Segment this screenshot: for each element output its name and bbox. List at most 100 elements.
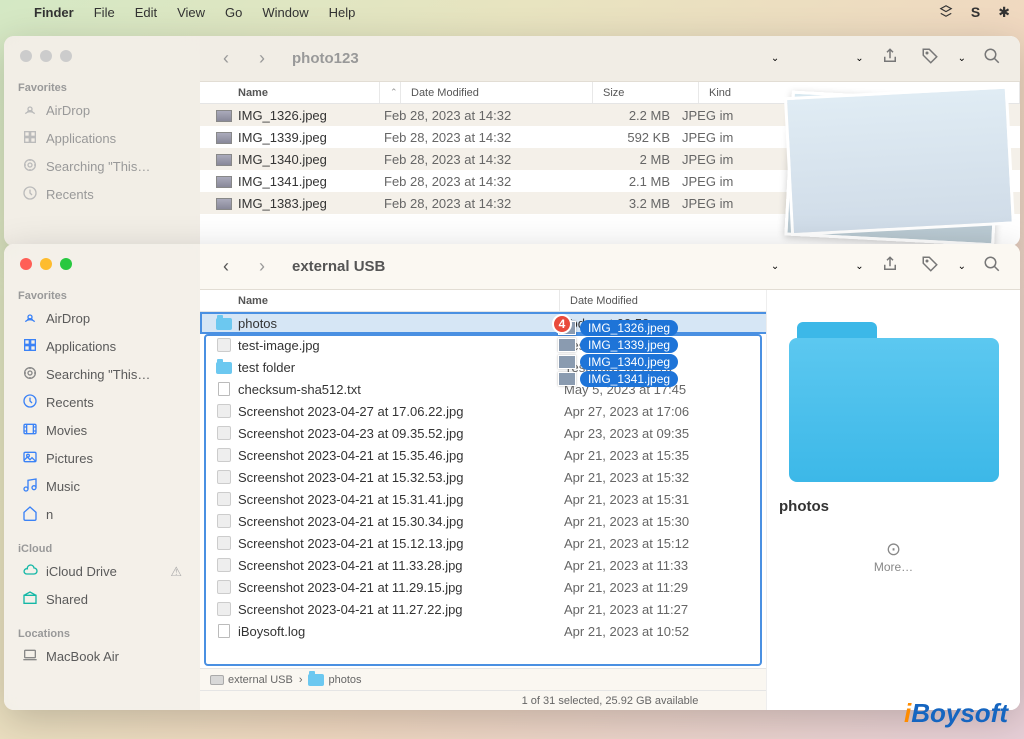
app-name[interactable]: Finder: [34, 5, 74, 20]
column-date[interactable]: Date Modified: [401, 82, 593, 103]
column-size[interactable]: Size: [593, 82, 699, 103]
sidebar-item-shared[interactable]: Shared: [10, 586, 194, 613]
back-button[interactable]: ‹: [214, 48, 238, 69]
image-icon: [217, 338, 231, 352]
ellipsis-icon: ⊙: [874, 539, 913, 560]
sidebar-item-search[interactable]: Searching "This…: [10, 153, 194, 180]
path-crumb-folder[interactable]: photos: [308, 674, 361, 686]
column-name[interactable]: Name: [200, 290, 560, 311]
sidebar-item-label: iCloud Drive: [46, 564, 117, 579]
sidebar-item-label: Recents: [46, 395, 94, 410]
sidebar-item-airdrop[interactable]: AirDrop: [10, 305, 194, 332]
finder-window-photo123[interactable]: Favorites AirDrop Applications Searching "…: [4, 36, 1020, 246]
search-icon: [22, 365, 38, 384]
file-size: 3.2 MB: [576, 196, 682, 211]
sidebar-item-search[interactable]: Searching "This…: [10, 361, 194, 388]
sort-indicator-icon[interactable]: ⌃: [380, 82, 401, 103]
minimize-button[interactable]: [40, 258, 52, 270]
document-icon: [218, 382, 230, 396]
back-button[interactable]: ‹: [214, 256, 238, 277]
finder-window-external-usb[interactable]: Favorites AirDropApplications Searching "…: [4, 244, 1020, 710]
file-size: 592 KB: [576, 130, 682, 145]
menu-edit[interactable]: Edit: [135, 5, 157, 20]
close-button[interactable]: [20, 258, 32, 270]
sidebar-item-laptop[interactable]: MacBook Air: [10, 643, 194, 670]
drag-item: IMG_1326.jpeg: [558, 320, 678, 336]
file-name: Screenshot 2023-04-21 at 15.31.41.jpg: [234, 492, 564, 507]
menu-go[interactable]: Go: [225, 5, 242, 20]
image-icon: [217, 426, 231, 440]
status-bluetooth-icon[interactable]: ✱: [998, 4, 1010, 21]
menu-view[interactable]: View: [177, 5, 205, 20]
sidebar-item-music[interactable]: Music: [10, 473, 194, 500]
drag-overlay: 4 IMG_1326.jpegIMG_1339.jpegIMG_1340.jpe…: [558, 320, 678, 388]
file-name: IMG_1383.jpeg: [234, 196, 384, 211]
column-name[interactable]: Name: [200, 82, 380, 103]
zoom-button[interactable]: [60, 50, 72, 62]
sidebar-item-label: Recents: [46, 187, 94, 202]
drag-count-badge: 4: [552, 314, 572, 334]
tags-button[interactable]: [916, 255, 944, 278]
forward-button[interactable]: ›: [250, 256, 274, 277]
sidebar: Favorites AirDrop Applications Searching "…: [4, 36, 200, 246]
group-by-button[interactable]: ⌄: [853, 261, 863, 272]
sidebar-item-recents[interactable]: Recents: [10, 181, 194, 208]
menu-file[interactable]: File: [94, 5, 115, 20]
forward-button[interactable]: ›: [250, 48, 274, 69]
music-icon: [22, 477, 38, 496]
menu-window[interactable]: Window: [262, 5, 308, 20]
file-name: IMG_1326.jpeg: [234, 108, 384, 123]
drag-item-label: IMG_1326.jpeg: [580, 320, 678, 336]
menubar[interactable]: Finder File Edit View Go Window Help S ✱: [0, 0, 1024, 24]
sidebar-item-apps[interactable]: Applications: [10, 125, 194, 152]
sidebar-item-cloud[interactable]: iCloud Drive⚠︎: [10, 558, 194, 585]
sidebar-item-airdrop[interactable]: AirDrop: [10, 97, 194, 124]
sidebar-item-label: Applications: [46, 131, 116, 146]
jpeg-icon: [214, 130, 234, 144]
share-button[interactable]: [876, 255, 904, 278]
menu-help[interactable]: Help: [329, 5, 356, 20]
home-icon: [22, 505, 38, 524]
more-button[interactable]: ⊙ More…: [874, 539, 913, 574]
sidebar-item-movies[interactable]: Movies: [10, 417, 194, 444]
traffic-lights[interactable]: [4, 244, 200, 284]
sidebar-item-pictures[interactable]: Pictures: [10, 445, 194, 472]
thumbnail-icon: [558, 372, 576, 386]
window-title: external USB: [292, 258, 385, 275]
path-crumb-disk[interactable]: external USB: [210, 674, 293, 686]
traffic-lights[interactable]: [4, 36, 200, 76]
sidebar-item-home[interactable]: n: [10, 501, 194, 528]
sidebar-item-label: MacBook Air: [46, 649, 119, 664]
minimize-button[interactable]: [40, 50, 52, 62]
file-name: IMG_1340.jpeg: [234, 152, 384, 167]
image-icon: [217, 558, 231, 572]
sidebar-item-label: Movies: [46, 423, 87, 438]
drag-item: IMG_1340.jpeg: [558, 354, 678, 370]
file-name: test-image.jpg: [234, 338, 564, 353]
drag-item-label: IMG_1340.jpeg: [580, 354, 678, 370]
preview-thumbnail: [784, 91, 1001, 246]
sidebar-item-apps[interactable]: Applications: [10, 333, 194, 360]
file-date: Feb 28, 2023 at 14:32: [384, 174, 576, 189]
sidebar-item-recents[interactable]: Recents: [10, 389, 194, 416]
jpeg-icon: [214, 174, 234, 188]
sidebar-item-label: AirDrop: [46, 103, 90, 118]
zoom-button[interactable]: [60, 258, 72, 270]
sidebar-section-favorites: Favorites: [4, 284, 200, 304]
file-size: 2 MB: [576, 152, 682, 167]
search-button[interactable]: [978, 255, 1006, 278]
folder-icon: [216, 362, 232, 374]
status-s-icon[interactable]: S: [971, 4, 980, 21]
image-icon: [217, 536, 231, 550]
view-mode-button[interactable]: ⌄: [769, 261, 779, 272]
disk-icon: [210, 675, 224, 685]
laptop-icon: [22, 647, 38, 666]
sidebar-item-label: Shared: [46, 592, 88, 607]
sidebar-section-favorites: Favorites: [4, 76, 200, 96]
close-button[interactable]: [20, 50, 32, 62]
action-button[interactable]: ⌄: [956, 261, 966, 272]
status-stack-icon[interactable]: [939, 4, 953, 21]
sidebar-item-label: Searching "This…: [46, 367, 150, 382]
apps-icon: [22, 129, 38, 148]
sidebar: Favorites AirDropApplications Searching "…: [4, 244, 200, 710]
